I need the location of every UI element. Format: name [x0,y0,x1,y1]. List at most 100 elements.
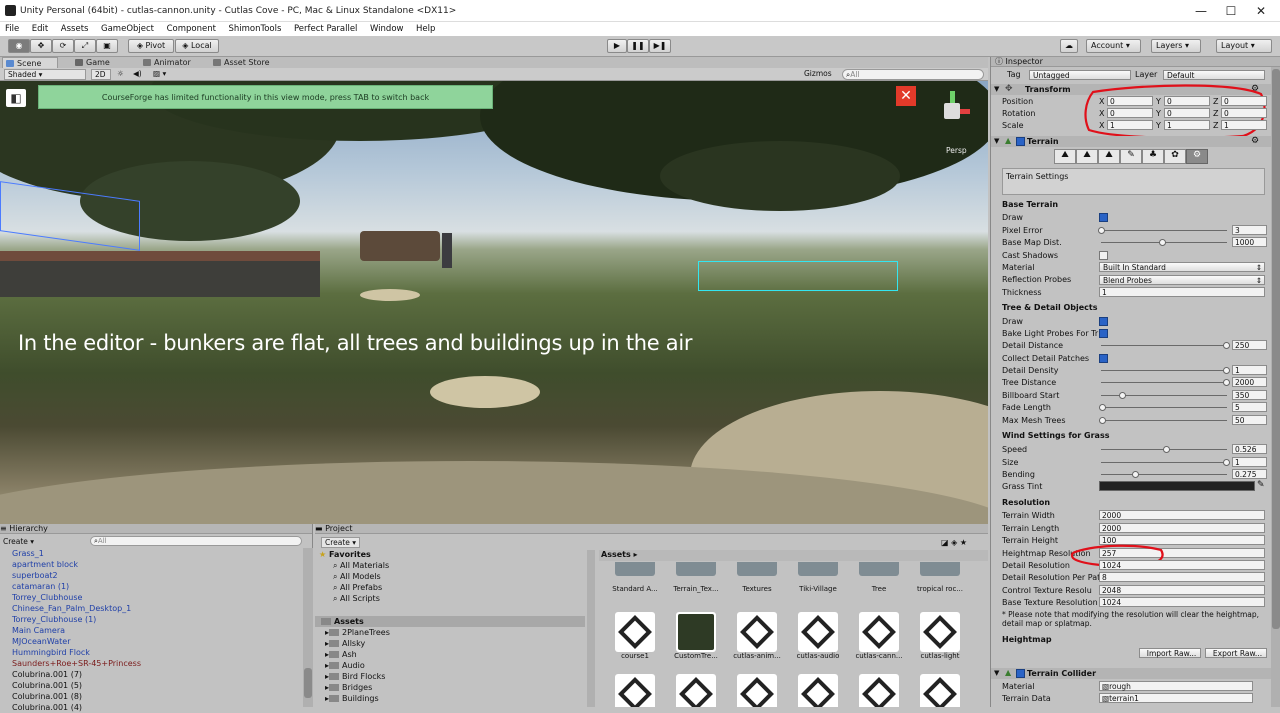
layers-dropdown[interactable]: Layers ▾ [1151,39,1201,53]
cloud-button[interactable]: ☁ [1060,39,1078,53]
tag-dropdown[interactable]: Untagged [1029,70,1131,80]
size-slider[interactable] [1101,462,1227,463]
paint-texture-tool[interactable]: ✎ [1120,149,1142,164]
terrain-data-field[interactable]: ▧terrain1 [1099,693,1253,703]
slider-knob[interactable] [1223,379,1230,386]
asset-tile[interactable]: CustomTre... [672,612,720,660]
slider-knob[interactable] [1223,459,1230,466]
reflection-probes-dropdown[interactable]: Blend Probes ⇕ [1099,275,1265,285]
project-breadcrumb[interactable]: Assets ▸ [599,550,988,561]
scene-gizmo[interactable] [932,91,972,137]
hierarchy-create-dropdown[interactable]: Create ▾ [3,537,34,546]
minimize-button[interactable]: — [1186,3,1216,19]
paint-height-tool[interactable]: ⛰ [1076,149,1098,164]
menu-shimontools[interactable]: ShimonTools [223,22,286,36]
lighting-toggle[interactable]: ☼ [114,69,128,80]
project-folder[interactable]: ▸ Bridges [325,683,372,692]
favorites-header[interactable]: ★ Favorites [319,550,371,559]
eyedropper-icon[interactable]: ✎ [1257,480,1265,490]
inspector-scrollbar[interactable] [1271,67,1280,707]
local-button[interactable]: ◈ Local [175,39,219,53]
menu-assets[interactable]: Assets [56,22,94,36]
draw-checkbox[interactable] [1099,213,1108,222]
asset-tile[interactable]: cutlas-cann... [855,612,903,660]
hierarchy-item[interactable]: Colubrina.001 (7) [12,669,82,680]
billboard-start-field[interactable]: 350 [1232,390,1267,400]
hierarchy-item[interactable]: catamaran (1) [12,581,69,592]
gear-icon[interactable]: ⚙ [1251,136,1259,146]
scene-viewport[interactable]: ◧ CourseForge has limited functionality … [0,81,988,524]
tab-asset-store[interactable]: Asset Store [210,57,290,68]
pause-button[interactable]: ❚❚ [627,39,649,53]
bending-field[interactable]: 0.275 [1232,469,1267,479]
asset-tile[interactable] [615,674,655,707]
material-dropdown[interactable]: Built In Standard ⇕ [1099,262,1265,272]
move-tool-button[interactable]: ✥ [30,39,52,53]
2d-toggle[interactable]: 2D [91,69,111,80]
project-tab[interactable]: ▬ Project [315,524,988,534]
asset-tile[interactable]: Terrain_Tex... [672,562,720,593]
hierarchy-item[interactable]: Colubrina.001 (5) [12,680,82,691]
base-tex-res-field[interactable]: 1024 [1099,597,1265,607]
asset-tile[interactable] [859,674,899,707]
slider-knob[interactable] [1099,417,1106,424]
size-field[interactable]: 1 [1232,457,1267,467]
detail-res-field[interactable]: 1024 [1099,560,1265,570]
fade-length-slider[interactable] [1101,407,1227,408]
export-raw-button[interactable]: Export Raw... [1205,648,1267,658]
transform-z-field[interactable]: 0 [1221,96,1267,106]
tab-game[interactable]: Game [72,57,124,68]
fade-length-field[interactable]: 5 [1232,402,1267,412]
base-map-dist-field[interactable]: 1000 [1232,237,1267,247]
menu-window[interactable]: Window [365,22,409,36]
smooth-height-tool[interactable]: ⛰ [1098,149,1120,164]
favorite-item[interactable]: ⌕ All Prefabs [333,583,382,593]
hierarchy-item[interactable]: apartment block [12,559,78,570]
place-trees-tool[interactable]: ♣ [1142,149,1164,164]
hierarchy-item[interactable]: MJOceanWater [12,636,71,647]
hierarchy-search-input[interactable]: ⌕All [90,536,302,546]
pixel-error-slider[interactable] [1101,230,1227,231]
grass-tint-swatch[interactable] [1099,481,1255,491]
maximize-button[interactable]: ☐ [1216,3,1246,19]
slider-knob[interactable] [1098,227,1105,234]
hierarchy-scrollbar[interactable] [303,548,313,707]
slider-knob[interactable] [1099,404,1106,411]
asset-tile[interactable] [920,674,960,707]
hierarchy-item[interactable]: Torrey_Clubhouse (1) [12,614,96,625]
slider-knob[interactable] [1223,342,1230,349]
detail-res-patch-field[interactable]: 8 [1099,572,1265,582]
effects-dropdown[interactable]: ▨ ▾ [150,69,174,80]
hand-tool-button[interactable]: ◉ [8,39,30,53]
asset-tile[interactable]: cutlas-light [916,612,964,660]
control-tex-res-field[interactable]: 2048 [1099,585,1265,595]
detail-density-slider[interactable] [1101,370,1227,371]
detail-distance-field[interactable]: 250 [1232,340,1267,350]
step-button[interactable]: ▶❚ [649,39,671,53]
menu-perfect-parallel[interactable]: Perfect Parallel [289,22,362,36]
scale-tool-button[interactable]: ⤢ [74,39,96,53]
pixel-error-field[interactable]: 3 [1232,225,1267,235]
max-mesh-trees-slider[interactable] [1101,420,1227,421]
tree-draw-checkbox[interactable] [1099,317,1108,326]
tag-icon[interactable]: ◪ [941,538,949,547]
project-folder[interactable]: ▸ 2PlaneTrees [325,628,390,637]
transform-y-field[interactable]: 0 [1164,96,1210,106]
slider-knob[interactable] [1119,392,1126,399]
asset-tile[interactable]: cutlas-audio [794,612,842,660]
asset-tile[interactable]: Tree [855,562,903,593]
gizmos-dropdown[interactable]: Gizmos ▾ [801,69,839,88]
detail-distance-slider[interactable] [1101,345,1227,346]
speed-field[interactable]: 0.526 [1232,444,1267,454]
project-create-dropdown[interactable]: Create ▾ [321,537,361,548]
asset-tile[interactable] [737,674,777,707]
paint-details-tool[interactable]: ✿ [1164,149,1186,164]
hierarchy-item[interactable]: Grass_1 [12,548,44,559]
collect-detail-checkbox[interactable] [1099,354,1108,363]
terrain-width-field[interactable]: 2000 [1099,510,1265,520]
hierarchy-item[interactable]: Colubrina.001 (4) [12,702,82,713]
project-folder[interactable]: ▸ Bird Flocks [325,672,385,681]
pivot-button[interactable]: ◈ Pivot [128,39,174,53]
transform-y-field[interactable]: 1 [1164,120,1210,130]
scrollbar-thumb[interactable] [1272,69,1280,629]
